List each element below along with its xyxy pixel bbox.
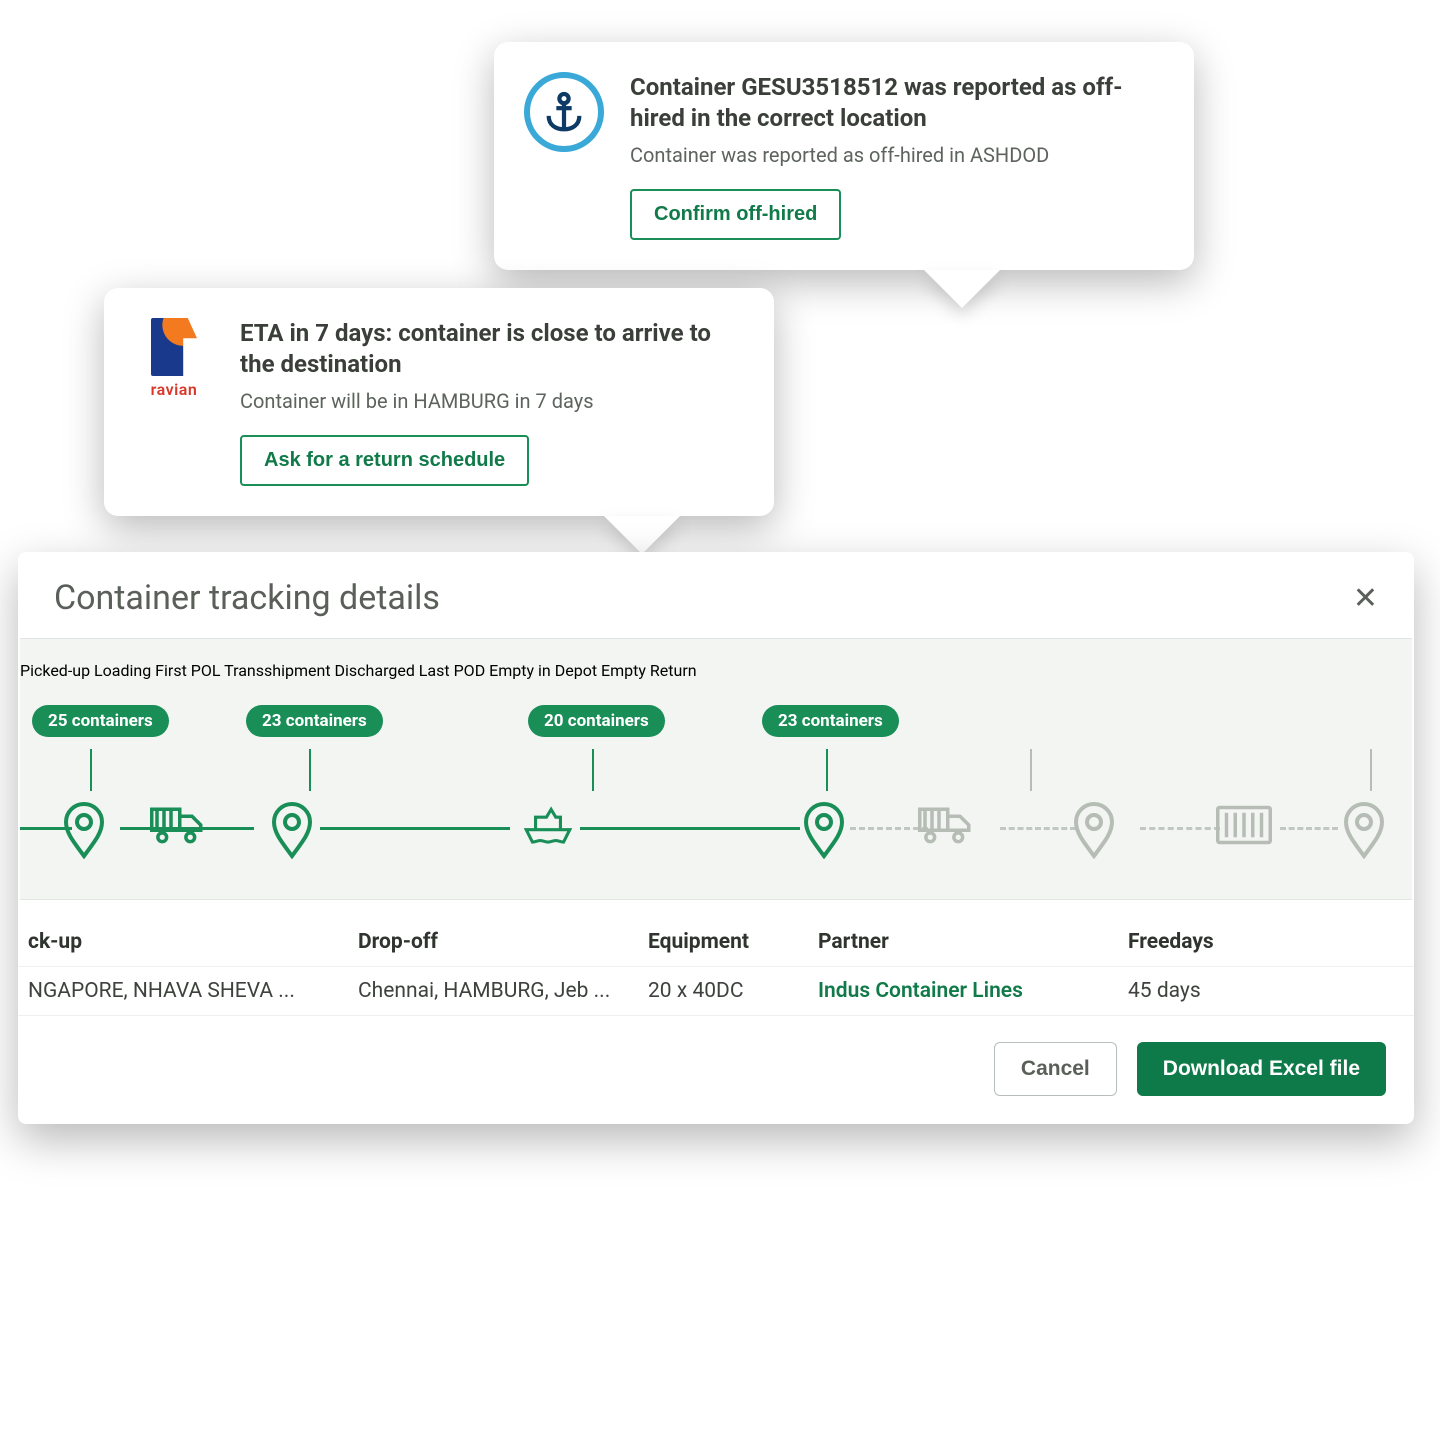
pin-icon — [800, 797, 848, 859]
stage-label: Picked-up — [20, 661, 90, 680]
confirm-offhired-button[interactable]: Confirm off-hired — [630, 189, 841, 240]
stage-badge: 23 containers — [762, 705, 899, 737]
stage-label: Empty in Depot — [489, 661, 597, 680]
stage-label: Loading First POL — [94, 661, 220, 680]
download-button[interactable]: Download Excel file — [1137, 1042, 1386, 1096]
cancel-button[interactable]: Cancel — [994, 1042, 1117, 1096]
col-dropoff: Drop-off — [354, 930, 644, 954]
pin-icon — [60, 797, 108, 859]
truck-icon — [150, 797, 206, 853]
col-freedays: Freedays — [1124, 930, 1294, 954]
truck-icon — [918, 797, 974, 853]
container-icon — [1216, 797, 1272, 853]
notification-subtitle: Container will be in HAMBURG in 7 days — [240, 389, 740, 413]
col-equipment: Equipment — [644, 930, 814, 954]
stage-badge: 25 containers — [32, 705, 169, 737]
partner-link[interactable]: Indus Container Lines — [814, 979, 1124, 1003]
stage-label: Transshipment — [224, 661, 330, 680]
timeline: Picked-up Loading First POL Transshipmen… — [20, 638, 1412, 900]
notification-title: Container GESU3518512 was reported as of… — [630, 72, 1160, 133]
stage-label: Discharged Last POD — [335, 661, 486, 680]
anchor-icon — [524, 72, 604, 240]
cell-equipment: 20 x 40DC — [644, 979, 814, 1003]
ravian-logo-label: ravian — [134, 380, 214, 399]
stage-badge: 23 containers — [246, 705, 383, 737]
notification-eta: ravian ETA in 7 days: container is close… — [104, 288, 774, 516]
cell-pickup: NGAPORE, NHAVA SHEVA ... — [24, 979, 354, 1003]
tracking-details-panel: Container tracking details ✕ Picked-up L… — [18, 552, 1414, 1124]
pin-icon — [1340, 797, 1388, 859]
notification-offhired: Container GESU3518512 was reported as of… — [494, 42, 1194, 270]
ravian-logo: ravian — [134, 318, 214, 486]
ask-return-schedule-button[interactable]: Ask for a return schedule — [240, 435, 529, 486]
col-pickup: ck-up — [24, 930, 354, 954]
cell-dropoff: Chennai, HAMBURG, Jeb ... — [354, 979, 644, 1003]
ship-icon — [520, 797, 576, 853]
notification-title: ETA in 7 days: container is close to arr… — [240, 318, 740, 379]
table-row: NGAPORE, NHAVA SHEVA ... Chennai, HAMBUR… — [18, 966, 1414, 1016]
notification-subtitle: Container was reported as off-hired in A… — [630, 143, 1160, 167]
cell-freedays: 45 days — [1124, 979, 1294, 1003]
col-partner: Partner — [814, 930, 1124, 954]
close-icon[interactable]: ✕ — [1353, 581, 1378, 616]
details-table: ck-up Drop-off Equipment Partner Freeday… — [18, 900, 1414, 1016]
pin-icon — [268, 797, 316, 859]
pin-icon — [1070, 797, 1118, 859]
stage-label: Empty Return — [601, 661, 697, 680]
panel-title: Container tracking details — [54, 578, 440, 618]
stage-badge: 20 containers — [528, 705, 665, 737]
